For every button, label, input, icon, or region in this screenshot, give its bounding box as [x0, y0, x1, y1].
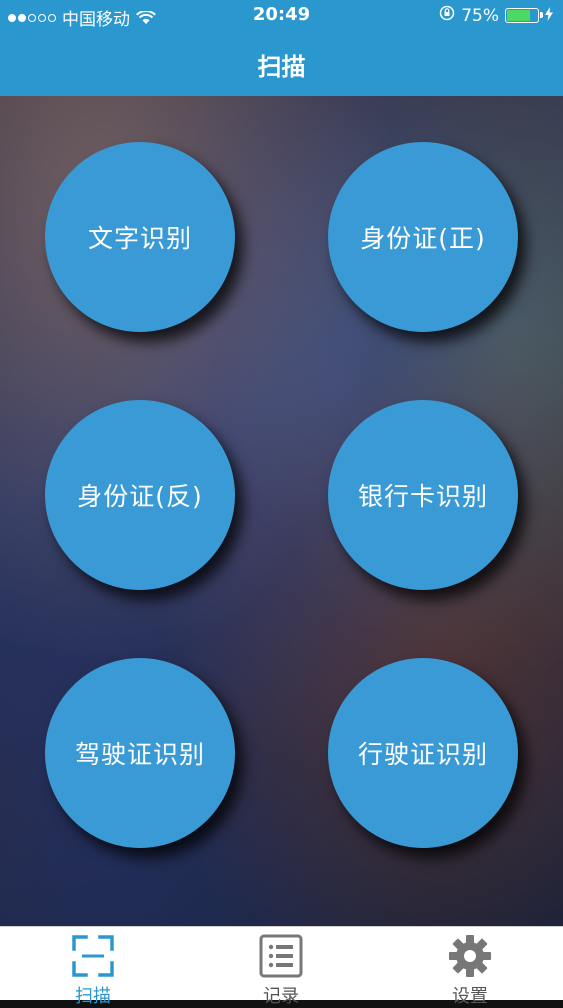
text-recognition-button[interactable]: 文字识别	[45, 142, 235, 332]
tab-scan-label: 扫描	[75, 986, 111, 1007]
status-bar: 中国移动 20:49 75%	[0, 0, 563, 32]
top-header: 中国移动 20:49 75% 扫描	[0, 0, 563, 96]
tab-settings[interactable]: 设置	[410, 927, 530, 1007]
tab-records-label: 记录	[263, 986, 299, 1007]
tab-settings-label: 设置	[452, 986, 488, 1007]
battery-fill	[507, 10, 530, 21]
charging-icon	[545, 6, 553, 26]
id-card-front-button[interactable]: 身份证(正)	[328, 142, 518, 332]
list-icon	[258, 933, 304, 979]
scan-icon	[70, 933, 116, 979]
orientation-lock-icon	[439, 5, 455, 26]
tab-records[interactable]: 记录	[221, 927, 341, 1007]
battery-icon	[505, 8, 543, 23]
id-card-back-button[interactable]: 身份证(反)	[45, 400, 235, 590]
tab-scan[interactable]: 扫描	[33, 927, 153, 1007]
scan-options-area: 文字识别 身份证(正) 身份证(反) 银行卡识别 驾驶证识别 行驶证识别	[0, 96, 563, 926]
status-right: 75%	[439, 5, 553, 26]
driver-license-button[interactable]: 驾驶证识别	[45, 658, 235, 848]
battery-percent: 75%	[461, 5, 499, 26]
tab-bar: 扫描 记录 设置	[0, 926, 563, 1007]
bank-card-button[interactable]: 银行卡识别	[328, 400, 518, 590]
gear-icon	[447, 933, 493, 979]
page-title: 扫描	[257, 53, 306, 81]
vehicle-license-button[interactable]: 行驶证识别	[328, 658, 518, 848]
